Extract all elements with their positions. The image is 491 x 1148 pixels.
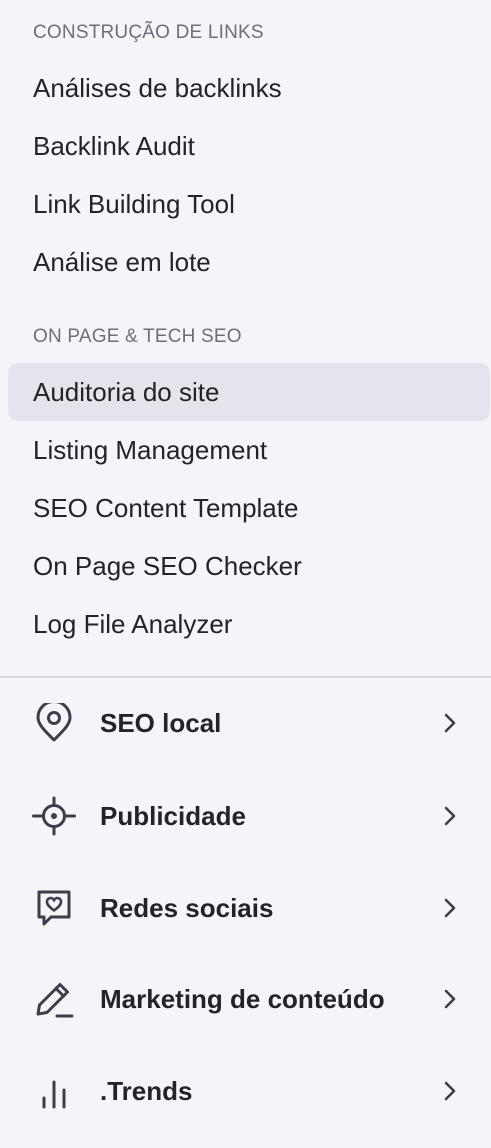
category-content-marketing[interactable]: Marketing de conteúdo [0, 963, 491, 1035]
section-heading-link-building: CONSTRUÇÃO DE LINKS [33, 22, 264, 43]
category-social-media[interactable]: Redes sociais [0, 872, 491, 944]
chevron-right-icon [444, 806, 456, 826]
pencil-icon [32, 979, 76, 1019]
chevron-right-icon [444, 989, 456, 1009]
chevron-right-icon [444, 898, 456, 918]
section-heading-on-page-tech-seo: ON PAGE & TECH SEO [33, 326, 242, 347]
menu-item-backlink-audit[interactable]: Backlink Audit [8, 117, 490, 175]
category-advertising[interactable]: Publicidade [0, 780, 491, 852]
bar-chart-icon [32, 1071, 76, 1111]
category-label: .Trends [100, 1075, 193, 1106]
menu-item-link-building-tool[interactable]: Link Building Tool [8, 175, 490, 233]
section-divider [0, 676, 491, 678]
target-icon [32, 796, 76, 836]
map-pin-icon [32, 703, 76, 743]
menu-item-log-file-analyzer[interactable]: Log File Analyzer [8, 595, 490, 653]
menu-item-on-page-seo-checker[interactable]: On Page SEO Checker [8, 537, 490, 595]
category-label: Redes sociais [100, 892, 274, 923]
category-local-seo[interactable]: SEO local [0, 687, 491, 759]
category-trends[interactable]: .Trends [0, 1055, 491, 1127]
category-label: SEO local [100, 707, 222, 738]
menu-item-seo-content-template[interactable]: SEO Content Template [8, 479, 490, 537]
social-chat-icon [32, 888, 76, 928]
menu-item-site-audit[interactable]: Auditoria do site [8, 363, 490, 421]
menu-item-listing-management[interactable]: Listing Management [8, 421, 490, 479]
category-label: Publicidade [100, 800, 246, 831]
tools-navigation-menu: CONSTRUÇÃO DE LINKS Análises de backlink… [0, 0, 491, 1148]
category-label: Marketing de conteúdo [100, 983, 385, 1014]
menu-item-bulk-analysis[interactable]: Análise em lote [8, 233, 490, 291]
chevron-right-icon [444, 713, 456, 733]
chevron-right-icon [444, 1081, 456, 1101]
menu-item-backlink-analytics[interactable]: Análises de backlinks [8, 59, 490, 117]
